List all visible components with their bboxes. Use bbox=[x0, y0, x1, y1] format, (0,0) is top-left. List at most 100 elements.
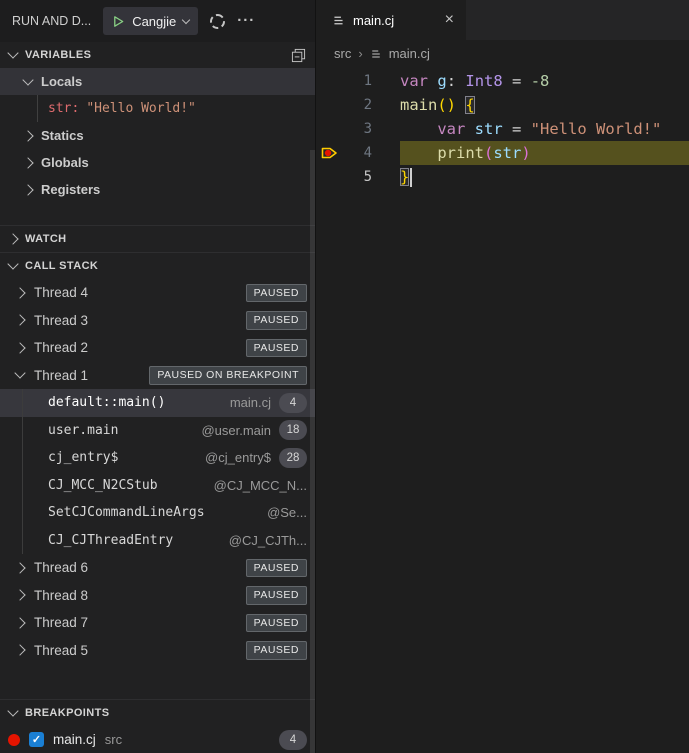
line-number[interactable]: 4 bbox=[342, 145, 372, 161]
call-stack-section-title: CALL STACK bbox=[25, 260, 98, 272]
thread-label: Thread 1 bbox=[34, 368, 88, 383]
code-line[interactable]: 3 var str = "Hello World!" bbox=[316, 117, 689, 141]
paused-badge: PAUSED bbox=[246, 614, 307, 633]
code-line-text: } bbox=[400, 165, 689, 189]
thread-row[interactable]: Thread 3 PAUSED bbox=[0, 307, 315, 335]
frame-source: @cj_entry$ bbox=[205, 450, 271, 465]
line-number[interactable]: 5 bbox=[342, 169, 372, 185]
stack-frame-row[interactable]: user.main@user.main18 bbox=[0, 417, 315, 445]
breakpoints-section-header[interactable]: BREAKPOINTS bbox=[0, 700, 315, 726]
variables-group-label: Statics bbox=[41, 128, 84, 143]
variable-entry-row[interactable]: str:"Hello World!" bbox=[0, 95, 315, 122]
sidebar-scrollbar[interactable] bbox=[310, 150, 315, 753]
editor-tab-bar: main.cj × bbox=[316, 0, 689, 40]
chevron-down-icon bbox=[182, 16, 190, 24]
thread-row[interactable]: Thread 6PAUSED bbox=[0, 554, 315, 582]
tab-main-cj[interactable]: main.cj × bbox=[316, 0, 466, 40]
stack-frame-row[interactable]: CJ_MCC_N2CStub @CJ_MCC_N... bbox=[0, 472, 315, 500]
watch-section-header[interactable]: WATCH bbox=[0, 226, 315, 252]
frame-source: @CJ_MCC_N... bbox=[214, 478, 307, 493]
variables-group-label: Globals bbox=[41, 155, 89, 170]
chevron-right-icon bbox=[14, 617, 25, 628]
frame-name: user.main bbox=[48, 423, 118, 438]
thread-row[interactable]: Thread 1PAUSED ON BREAKPOINT bbox=[0, 362, 315, 390]
run-debug-sidebar: RUN AND D... Cangjie ··· VARIABLES bbox=[0, 0, 316, 753]
stack-frame-row[interactable]: cj_entry$@cj_entry$28 bbox=[0, 444, 315, 472]
chevron-right-icon bbox=[14, 590, 25, 601]
code-token bbox=[400, 120, 437, 138]
stack-frame-row[interactable]: SetCJCommandLineArgs@Se... bbox=[0, 499, 315, 527]
code-line[interactable]: 2 main() { bbox=[316, 93, 689, 117]
frame-source: @CJ_CJTh... bbox=[229, 533, 307, 548]
close-icon[interactable]: × bbox=[445, 12, 454, 28]
breakpoints-section: BREAKPOINTS ✓main.cjsrc4 bbox=[0, 699, 315, 753]
run-and-debug-title: RUN AND D... bbox=[12, 14, 91, 28]
thread-label: Thread 4 bbox=[34, 285, 88, 300]
debug-start-icon[interactable] bbox=[112, 15, 125, 28]
frame-name: CJ_MCC_N2CStub bbox=[48, 478, 158, 493]
variable-value: "Hello World!" bbox=[86, 101, 196, 116]
thread-label: Thread 3 bbox=[34, 313, 88, 328]
code-token bbox=[400, 144, 437, 162]
gear-icon[interactable] bbox=[210, 14, 225, 29]
code-token: "Hello World!" bbox=[531, 120, 662, 138]
variables-section-title: VARIABLES bbox=[25, 49, 91, 61]
stack-frame-row[interactable]: default::main()main.cj4 bbox=[0, 389, 315, 417]
variables-group-row[interactable]: Statics bbox=[0, 122, 315, 149]
variables-group-row[interactable]: Globals bbox=[0, 149, 315, 176]
tab-label: main.cj bbox=[353, 13, 394, 28]
call-stack-section-header[interactable]: CALL STACK bbox=[0, 253, 315, 279]
chevron-right-icon bbox=[14, 562, 25, 573]
code-token: = bbox=[503, 72, 531, 90]
chevron-down-icon bbox=[7, 47, 18, 58]
variables-section-header[interactable]: VARIABLES bbox=[0, 42, 315, 68]
gutter-breakpoint-margin[interactable] bbox=[316, 146, 342, 160]
line-number[interactable]: 1 bbox=[342, 73, 372, 89]
stack-frame-row[interactable]: CJ_CJThreadEntry @CJ_CJTh... bbox=[0, 527, 315, 555]
breadcrumb-file[interactable]: main.cj bbox=[389, 46, 430, 61]
chevron-right-icon bbox=[22, 184, 33, 195]
variables-group-row[interactable]: Locals bbox=[0, 68, 315, 95]
code-line-text: main() { bbox=[400, 93, 689, 117]
breakpoints-list: ✓main.cjsrc4 bbox=[0, 726, 315, 753]
breakpoint-checkbox[interactable]: ✓ bbox=[29, 732, 44, 747]
code-token: Int8 bbox=[465, 72, 502, 90]
thread-row[interactable]: Thread 5PAUSED bbox=[0, 637, 315, 665]
thread-row[interactable]: Thread 7PAUSED bbox=[0, 609, 315, 637]
code-line[interactable]: 4 print(str) bbox=[316, 141, 689, 165]
thread-row[interactable]: Thread 2PAUSED bbox=[0, 334, 315, 362]
launch-config-dropdown[interactable]: Cangjie bbox=[103, 7, 198, 35]
variables-group-label: Registers bbox=[41, 182, 100, 197]
frame-name: CJ_CJThreadEntry bbox=[48, 533, 173, 548]
breakpoint-count-badge: 4 bbox=[279, 730, 307, 750]
call-stack-tree: Thread 4PAUSEDThread 3PAUSEDThread 2PAUS… bbox=[0, 279, 315, 664]
chevron-right-icon bbox=[14, 287, 25, 298]
debug-panes: VARIABLES Localsstr:"Hello World!" Static… bbox=[0, 42, 315, 753]
thread-row[interactable]: Thread 8PAUSED bbox=[0, 582, 315, 610]
variables-section: VARIABLES Localsstr:"Hello World!" Static… bbox=[0, 42, 315, 225]
breakpoint-row[interactable]: ✓main.cjsrc4 bbox=[0, 726, 315, 753]
code-token bbox=[465, 120, 474, 138]
paused-badge: PAUSED bbox=[246, 311, 307, 330]
code-token: var bbox=[400, 72, 428, 90]
vscode-debug-view: RUN AND D... Cangjie ··· VARIABLES bbox=[0, 0, 689, 753]
code-line[interactable]: 5} bbox=[316, 165, 689, 189]
line-number[interactable]: 2 bbox=[342, 97, 372, 113]
debug-toolbar: RUN AND D... Cangjie ··· bbox=[0, 0, 315, 42]
breadcrumb-folder[interactable]: src bbox=[334, 46, 351, 61]
breakpoint-dot-icon bbox=[8, 734, 20, 746]
ellipsis-icon[interactable]: ··· bbox=[237, 16, 255, 26]
variables-group-row[interactable]: Registers bbox=[0, 176, 315, 203]
frame-name: SetCJCommandLineArgs bbox=[48, 505, 205, 520]
thread-row[interactable]: Thread 4PAUSED bbox=[0, 279, 315, 307]
code-token: main bbox=[400, 96, 437, 114]
chevron-right-icon bbox=[22, 157, 33, 168]
line-number[interactable]: 3 bbox=[342, 121, 372, 137]
code-editor[interactable]: 1var g: Int8 = -82main() {3 var str = "H… bbox=[316, 67, 689, 753]
variables-tree: Localsstr:"Hello World!" Statics Globals Re… bbox=[0, 68, 315, 203]
chevron-right-icon bbox=[14, 645, 25, 656]
code-line[interactable]: 1var g: Int8 = -8 bbox=[316, 69, 689, 93]
breakpoint-file: main.cj bbox=[53, 732, 96, 747]
collapse-all-icon[interactable] bbox=[291, 48, 306, 63]
chevron-right-icon bbox=[22, 130, 33, 141]
